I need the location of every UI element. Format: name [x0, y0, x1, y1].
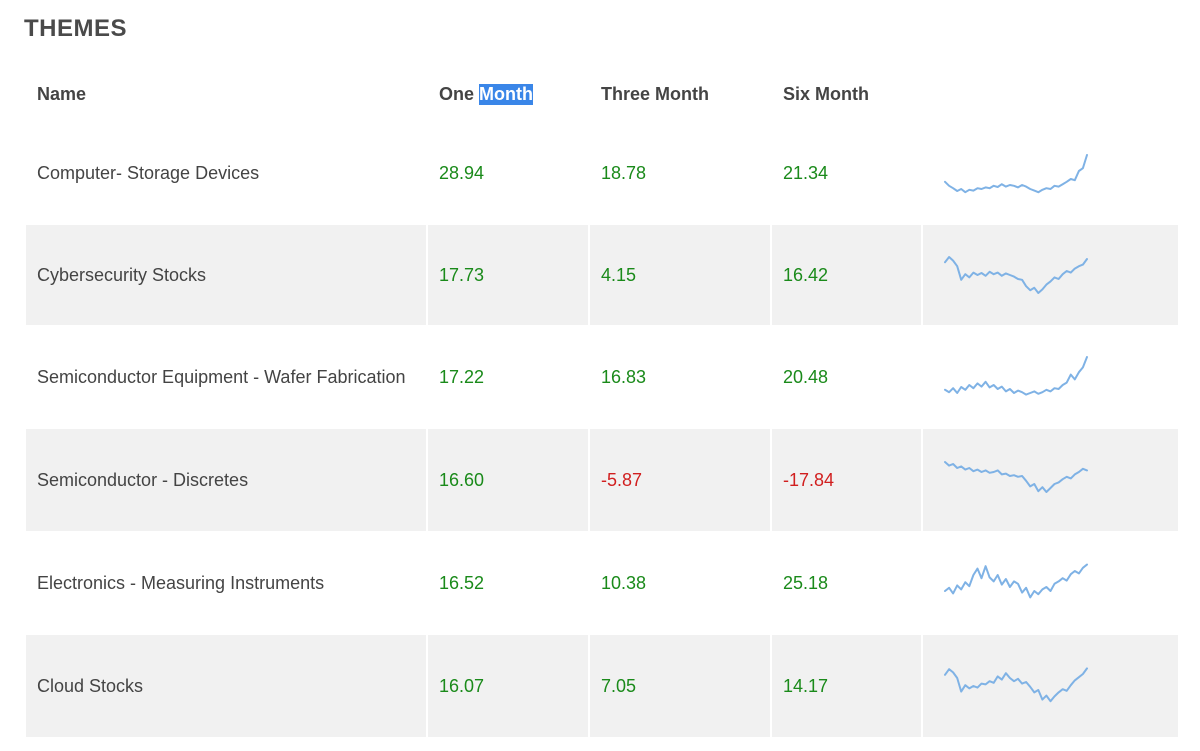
theme-name-link[interactable]: Cybersecurity Stocks [26, 225, 428, 325]
sparkline-series [944, 461, 1088, 493]
one-month-value-cell: 16.07 [428, 635, 590, 737]
six-month-value: 20.48 [783, 366, 829, 387]
one-month-value-cell: 17.73 [428, 225, 590, 325]
page-title: THEMES [24, 15, 128, 42]
one-month-value-cell: 16.60 [428, 429, 590, 531]
column-header-one-month[interactable]: One Month [428, 68, 590, 121]
six-month-value-cell: 16.42 [772, 225, 923, 325]
sparkline-series [944, 356, 1088, 396]
six-month-value-cell: 25.18 [772, 532, 923, 634]
table-row[interactable]: Semiconductor Equipment - Wafer Fabricat… [26, 326, 1178, 429]
three-month-value-cell: -5.87 [590, 429, 772, 531]
table-header-row: Name One Month Three Month Six Month [26, 68, 1178, 122]
table-row[interactable]: Computer- Storage Devices 28.94 18.78 21.34 [26, 122, 1178, 225]
theme-name-link[interactable]: Electronics - Measuring Instruments [26, 532, 428, 634]
sparkline-cell [923, 429, 1178, 531]
sparkline-chart [944, 461, 1088, 493]
six-month-value-cell: 14.17 [772, 635, 923, 737]
theme-name-link[interactable]: Semiconductor Equipment - Wafer Fabricat… [26, 326, 428, 428]
three-month-value: 7.05 [601, 675, 637, 696]
column-header-six-month[interactable]: Six Month [772, 68, 923, 121]
one-month-value-cell: 28.94 [428, 122, 590, 224]
one-month-value: 16.52 [439, 572, 485, 593]
sparkline-cell [923, 122, 1178, 224]
three-month-value-cell: 4.15 [590, 225, 772, 325]
selected-text-highlight: Month [479, 84, 534, 105]
column-header-name[interactable]: Name [26, 68, 428, 121]
table-row[interactable]: Cloud Stocks 16.07 7.05 14.17 [26, 635, 1178, 738]
sparkline-cell [923, 532, 1178, 634]
six-month-value: 21.34 [783, 162, 829, 183]
sparkline-chart [944, 154, 1088, 194]
sparkline-chart [944, 356, 1088, 396]
sparkline-chart [944, 563, 1088, 599]
one-month-value: 16.60 [439, 469, 485, 490]
three-month-value-cell: 10.38 [590, 532, 772, 634]
three-month-value-cell: 18.78 [590, 122, 772, 224]
table-row[interactable]: Semiconductor - Discretes 16.60 -5.87 -17.8… [26, 429, 1178, 532]
sparkline-cell [923, 326, 1178, 428]
three-month-value-cell: 7.05 [590, 635, 772, 737]
six-month-value-cell: 21.34 [772, 122, 923, 224]
one-month-value: 28.94 [439, 162, 485, 183]
six-month-value-cell: -17.84 [772, 429, 923, 531]
sparkline-series [944, 667, 1088, 703]
three-month-value: 18.78 [601, 162, 647, 183]
table-body: Computer- Storage Devices 28.94 18.78 21.34… [26, 122, 1178, 738]
table-row[interactable]: Electronics - Measuring Instruments 16.52… [26, 532, 1178, 635]
six-month-value: 25.18 [783, 572, 829, 593]
sparkline-chart [944, 667, 1088, 703]
sparkline-cell [923, 225, 1178, 325]
themes-table: Name One Month Three Month Six Month Com… [26, 68, 1178, 738]
column-header-one-month-label-part1: One [439, 84, 475, 104]
three-month-value: 16.83 [601, 366, 647, 387]
theme-name-link[interactable]: Semiconductor - Discretes [26, 429, 428, 531]
column-header-three-month[interactable]: Three Month [590, 68, 772, 121]
three-month-value-cell: 16.83 [590, 326, 772, 428]
one-month-value-cell: 16.52 [428, 532, 590, 634]
six-month-value: 14.17 [783, 675, 829, 696]
six-month-value: 16.42 [783, 264, 829, 285]
sparkline-series [944, 563, 1088, 599]
sparkline-series [944, 154, 1088, 194]
six-month-value-cell: 20.48 [772, 326, 923, 428]
three-month-value: 4.15 [601, 264, 637, 285]
sparkline-cell [923, 635, 1178, 737]
one-month-value: 16.07 [439, 675, 485, 696]
three-month-value: 10.38 [601, 572, 647, 593]
sparkline-series [944, 256, 1088, 294]
theme-name-link[interactable]: Computer- Storage Devices [26, 122, 428, 224]
theme-name-link[interactable]: Cloud Stocks [26, 635, 428, 737]
table-row[interactable]: Cybersecurity Stocks 17.73 4.15 16.42 [26, 225, 1178, 326]
one-month-value-cell: 17.22 [428, 326, 590, 428]
column-header-sparkline [923, 68, 1178, 121]
three-month-value: -5.87 [601, 469, 643, 490]
one-month-value: 17.73 [439, 264, 485, 285]
one-month-value: 17.22 [439, 366, 485, 387]
sparkline-chart [944, 256, 1088, 294]
six-month-value: -17.84 [783, 469, 835, 490]
